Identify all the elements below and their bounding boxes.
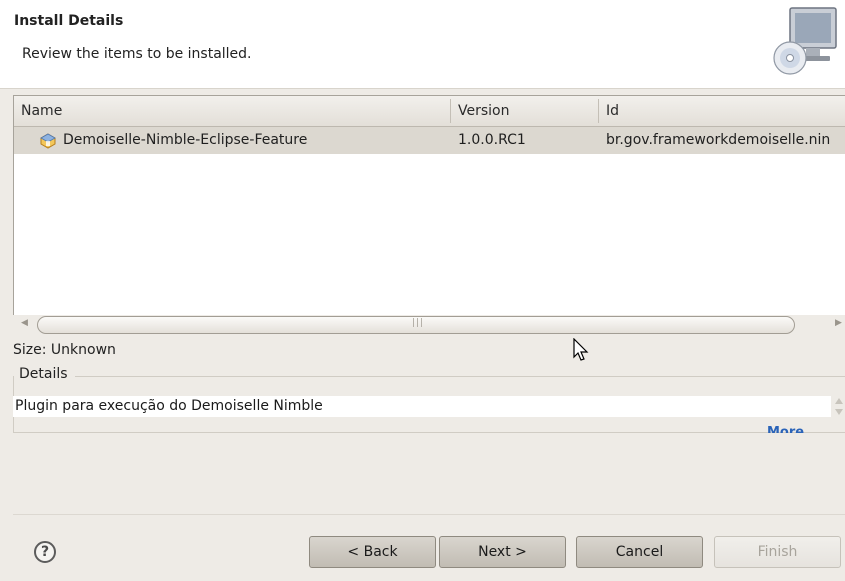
details-group-line: [75, 376, 845, 377]
computer-cd-icon: [773, 7, 837, 75]
table-header: Name Version Id: [14, 96, 845, 127]
dialog-banner: Install Details Review the items to be i…: [0, 0, 845, 88]
footer-separator: [13, 514, 845, 515]
table-row[interactable]: Demoiselle-Nimble-Eclipse-Feature 1.0.0.…: [14, 127, 845, 154]
feature-icon: [40, 133, 56, 149]
horizontal-scrollbar[interactable]: ◀ ||| ▶: [13, 315, 845, 335]
column-divider[interactable]: [598, 99, 599, 123]
column-divider[interactable]: [450, 99, 451, 123]
details-text: Plugin para execução do Demoiselle Nimbl…: [15, 398, 323, 414]
back-button[interactable]: < Back: [309, 536, 436, 568]
row-version: 1.0.0.RC1: [458, 132, 526, 148]
grip-icon: |||: [412, 318, 425, 328]
finish-button[interactable]: Finish: [714, 536, 841, 568]
install-items-table[interactable]: Name Version Id Demoiselle-Nimble-Eclips…: [13, 95, 845, 316]
size-label: Size: Unknown: [13, 342, 116, 358]
more-link[interactable]: More...: [767, 425, 819, 433]
column-header-version[interactable]: Version: [458, 96, 509, 126]
scroll-left-icon[interactable]: ◀: [21, 318, 28, 328]
details-legend: Details: [19, 366, 68, 382]
mouse-cursor-icon: [573, 338, 589, 361]
cancel-button[interactable]: Cancel: [576, 536, 703, 568]
banner-title: Install Details: [14, 13, 124, 29]
scroll-right-icon[interactable]: ▶: [835, 318, 842, 328]
details-scroll-icon[interactable]: [833, 396, 845, 417]
help-button[interactable]: ?: [34, 541, 56, 563]
next-button[interactable]: Next >: [439, 536, 566, 568]
column-header-id[interactable]: Id: [606, 96, 619, 126]
scrollbar-thumb[interactable]: |||: [37, 316, 795, 334]
banner-subtitle: Review the items to be installed.: [22, 46, 252, 62]
row-id: br.gov.frameworkdemoiselle.nin: [606, 132, 831, 148]
column-header-name[interactable]: Name: [21, 96, 62, 126]
row-name: Demoiselle-Nimble-Eclipse-Feature: [63, 132, 308, 148]
